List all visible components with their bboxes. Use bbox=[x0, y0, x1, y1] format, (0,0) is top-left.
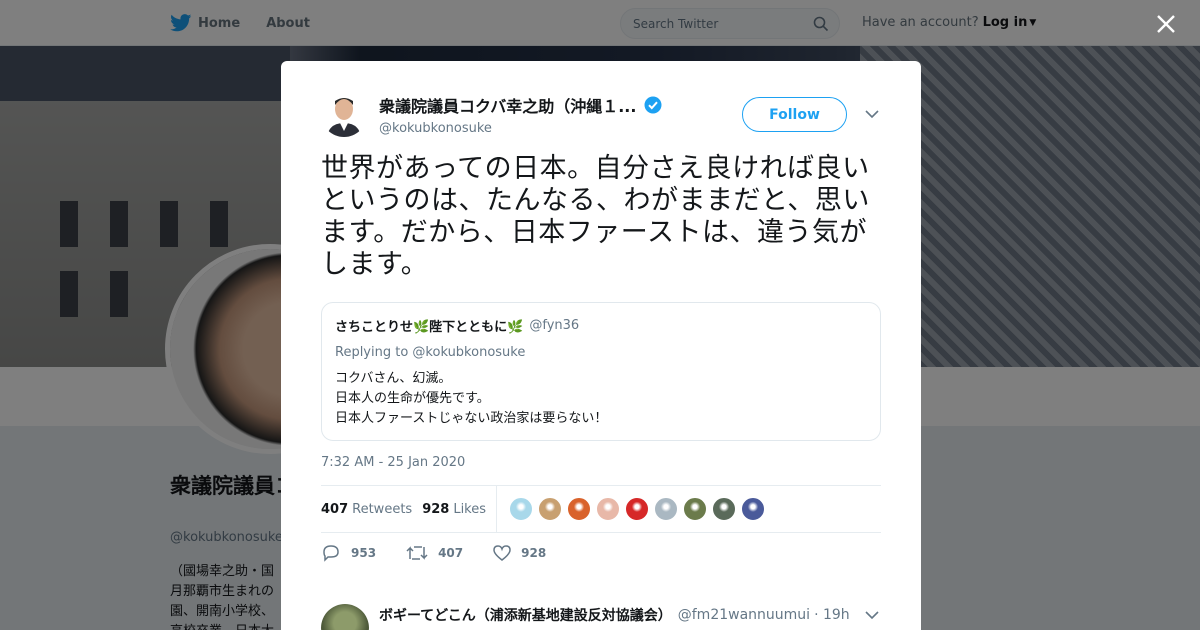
author-avatar-image bbox=[321, 91, 367, 137]
reply-button[interactable]: 953 bbox=[321, 544, 376, 562]
liker-avatar[interactable] bbox=[625, 497, 650, 521]
liker-avatar[interactable] bbox=[509, 497, 534, 521]
liker-avatars bbox=[509, 497, 770, 521]
tweet-stats: 407 Retweets 928 Likes bbox=[321, 485, 881, 533]
quote-replying-to: Replying to @kokubkonosuke bbox=[335, 345, 526, 360]
likes-count: 928 bbox=[422, 501, 450, 517]
author-info: 衆議院議員コクバ幸之助（沖縄１... @kokubkonosuke bbox=[379, 93, 679, 136]
reply-tweet[interactable]: ボギーてどこん（浦添新基地建設反対協議会） @fm21wannuumui · 1… bbox=[321, 604, 881, 630]
tweet-text: 世界があっての日本。自分さえ良ければ良いというのは、たんなる、わがままだと、思い… bbox=[321, 153, 870, 280]
liker-avatar[interactable] bbox=[567, 497, 592, 521]
likes-stat[interactable]: 928 Likes bbox=[422, 502, 486, 517]
quoted-tweet[interactable]: さちことりせ🌿陛下とともに🌿 @fyn36 Replying to @kokub… bbox=[321, 302, 881, 441]
verified-badge-icon bbox=[644, 96, 662, 114]
reply-avatar[interactable] bbox=[321, 604, 369, 630]
liker-avatar[interactable] bbox=[654, 497, 679, 521]
author-avatar[interactable] bbox=[321, 91, 367, 137]
author-name[interactable]: 衆議院議員コクバ幸之助（沖縄１... bbox=[379, 93, 679, 117]
quote-line: コクバさん、幻滅。 bbox=[335, 371, 452, 386]
like-button[interactable]: 928 bbox=[493, 545, 546, 561]
tweet-timestamp[interactable]: 7:32 AM - 25 Jan 2020 bbox=[321, 455, 465, 470]
reply-author-handle: @fm21wannuumui bbox=[677, 607, 811, 623]
reply-author-name: ボギーてどこん（浦添新基地建設反対協議会） bbox=[379, 608, 672, 624]
tweet-modal: 衆議院議員コクバ幸之助（沖縄１... @kokubkonosuke Follow… bbox=[281, 61, 921, 630]
quote-author-handle: @fyn36 bbox=[529, 318, 580, 333]
stats-divider bbox=[496, 486, 498, 532]
reply-header: ボギーてどこん（浦添新基地建設反対協議会） @fm21wannuumui · 1… bbox=[379, 605, 850, 625]
close-icon[interactable] bbox=[1154, 12, 1178, 36]
heart-icon bbox=[493, 545, 511, 561]
quote-line: 日本人ファーストじゃない政治家は要らない！ bbox=[335, 411, 608, 426]
tweet-author[interactable] bbox=[321, 91, 367, 137]
liker-avatar[interactable] bbox=[741, 497, 766, 521]
reply-count: 953 bbox=[351, 546, 377, 560]
quote-body: コクバさん、幻滅。 日本人の生命が優先です。 日本人ファーストじゃない政治家は要… bbox=[335, 369, 867, 429]
chevron-down-icon[interactable] bbox=[865, 109, 879, 119]
retweets-label: Retweets bbox=[352, 501, 413, 517]
quote-header: さちことりせ🌿陛下とともに🌿 @fyn36 bbox=[335, 316, 867, 335]
retweets-count: 407 bbox=[321, 501, 349, 517]
quote-line: 日本人の生命が優先です。 bbox=[335, 391, 490, 406]
quote-author-name: さちことりせ🌿陛下とともに🌿 bbox=[335, 320, 524, 335]
liker-avatar[interactable] bbox=[538, 497, 563, 521]
likes-label: Likes bbox=[453, 501, 487, 517]
retweet-icon bbox=[406, 546, 428, 560]
author-name-text: 衆議院議員コクバ幸之助（沖縄１... bbox=[379, 97, 637, 116]
retweet-count: 407 bbox=[438, 546, 464, 560]
follow-button[interactable]: Follow bbox=[742, 97, 847, 132]
liker-avatar[interactable] bbox=[712, 497, 737, 521]
reply-icon bbox=[323, 545, 339, 562]
liker-avatar[interactable] bbox=[596, 497, 621, 521]
reply-time: · 19h bbox=[814, 607, 850, 623]
author-handle: @kokubkonosuke bbox=[379, 121, 492, 136]
tweet-actions: 953 407 928 bbox=[321, 544, 576, 562]
retweet-button[interactable]: 407 bbox=[406, 545, 463, 561]
chevron-down-icon[interactable] bbox=[865, 610, 879, 620]
retweets-stat[interactable]: 407 Retweets bbox=[321, 502, 412, 517]
like-count: 928 bbox=[521, 546, 547, 560]
liker-avatar[interactable] bbox=[683, 497, 708, 521]
